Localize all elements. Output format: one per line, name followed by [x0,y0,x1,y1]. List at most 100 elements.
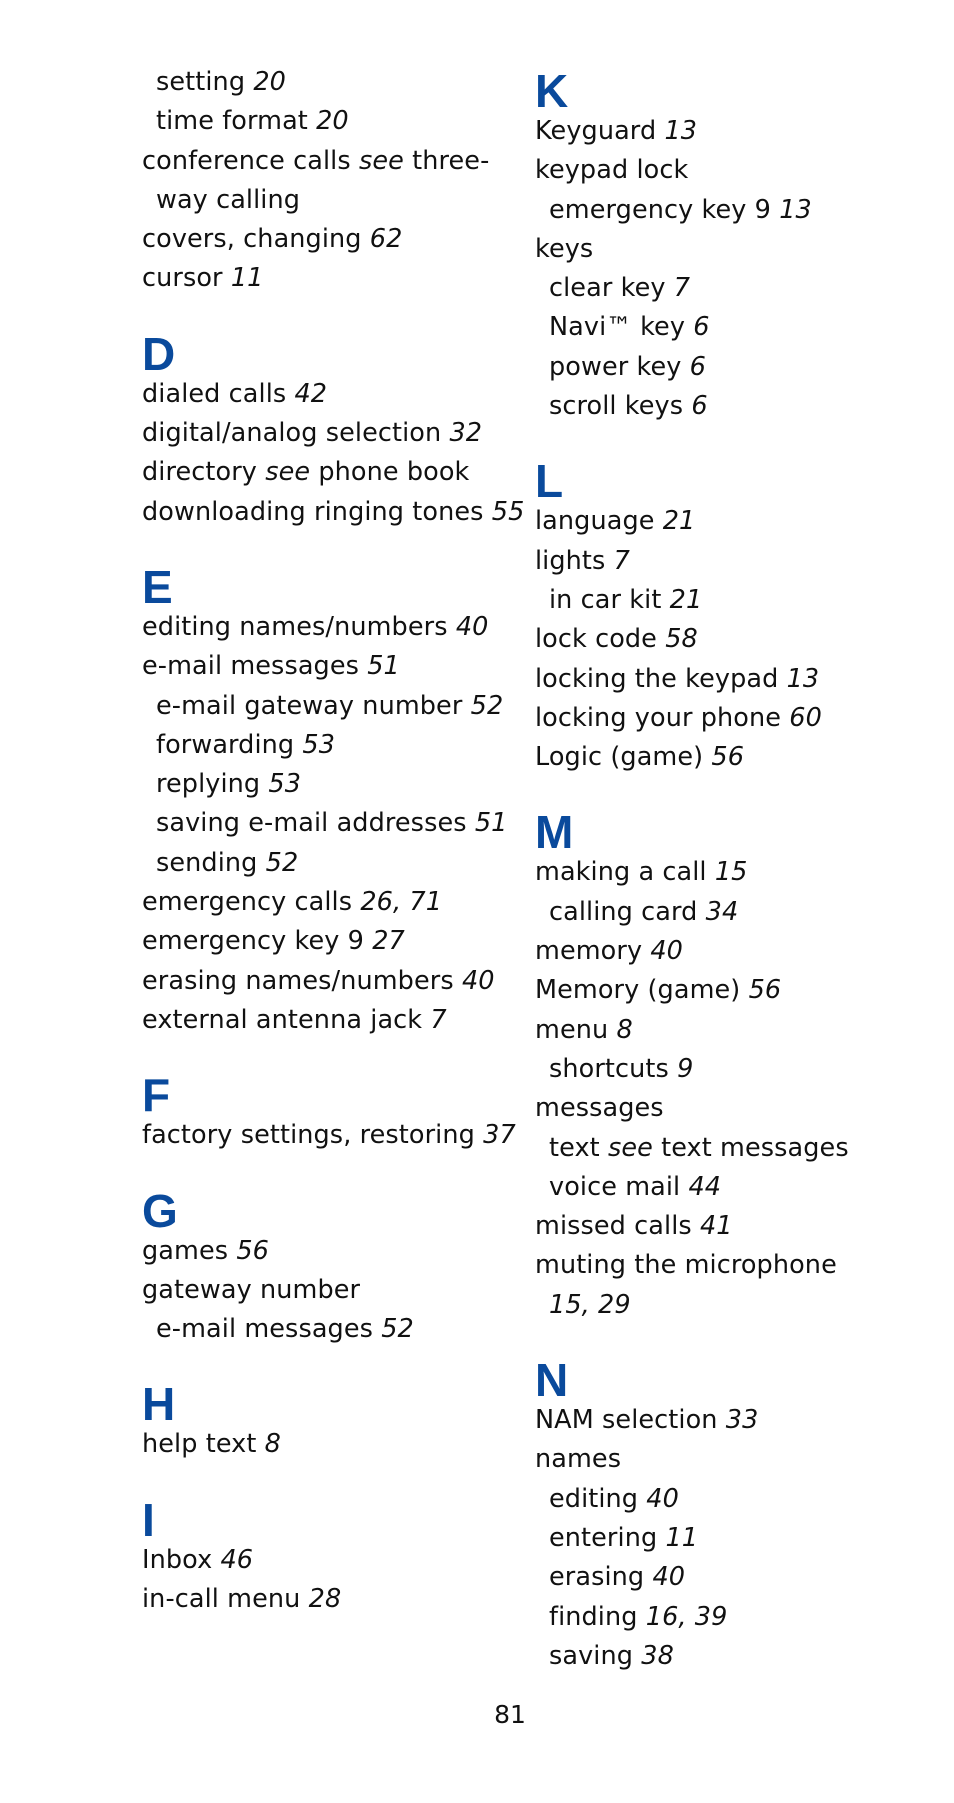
index-subentry: e-mail messages 52 [142,1310,522,1349]
index-subentry: voice mail 44 [535,1168,915,1207]
page-reference: 15 [714,857,748,888]
index-sections-left: Ddialed calls 42 digital/analog selection… [142,327,525,1620]
entry-term: games [142,1235,237,1266]
index-entry: keypad lock [535,151,915,190]
index-entry: help text 8 [142,1425,522,1464]
page-reference: 9 [677,1053,694,1084]
index-subentry: Navi™ key 6 [535,308,915,347]
index-subentry: forwarding 53 [142,726,522,765]
entry-term: locking the keypad [535,663,787,694]
entry-term: editing names/numbers [142,611,456,642]
entry-term: e-mail gateway number [156,690,471,721]
page-reference: 13 [779,194,812,225]
index-entry: directory see phone book [142,453,522,492]
index-section-e: Eediting names/numbers 40 e-mail messages… [142,562,522,1040]
index-entry: muting the microphone [535,1246,915,1285]
page-reference: 8 [264,1429,281,1460]
page-reference: 62 [369,224,403,255]
page-reference: 52 [470,690,504,721]
entry-term: menu [535,1014,617,1045]
section-letter-heading: D [142,327,176,380]
index-entry: keys [535,230,915,269]
index-entry: games 56 [142,1232,522,1271]
page-reference: 55 [491,496,525,527]
entry-term: scroll keys [549,391,692,422]
index-entry: covers, changing 62 [142,220,522,259]
page-reference: 40 [461,965,495,996]
page-reference: 7 [430,1004,447,1035]
entry-term: finding [549,1601,646,1632]
index-entry: digital/analog selection 32 [142,414,522,453]
entry-term: text [549,1132,608,1163]
page-reference: 52 [381,1314,414,1345]
page-reference: 46 [220,1544,254,1575]
page-reference: 20 [253,67,286,97]
index-column-left: setting 20 time format 20 conference calls… [142,63,525,1620]
index-entry: emergency calls 26, 71 [142,883,522,922]
section-letter-heading: L [535,455,564,508]
see-reference-label: see [358,145,404,176]
page-reference: 40 [650,936,684,967]
index-entry: Keyguard 13 [535,112,915,151]
entry-term: editing [549,1483,647,1514]
page-reference: 56 [711,742,745,773]
see-reference-target: text messages [652,1132,849,1163]
entry-term: lock code [535,624,666,655]
page-reference: 51 [474,808,508,839]
page-reference: 58 [665,624,698,655]
entry-term: Navi™ key [549,312,694,343]
page-reference: 27 [372,926,405,957]
index-subentry: scroll keys 6 [535,387,915,426]
entry-term: language [535,506,663,537]
index-entry: in-call menu 28 [142,1580,522,1619]
page-reference: 33 [725,1405,759,1436]
see-reference-target: phone book [310,457,470,488]
index-entry: emergency key 9 27 [142,922,522,961]
section-letter-heading: M [535,806,574,859]
page-reference: 56 [748,975,782,1006]
entry-term: cursor [142,263,231,294]
index-entry: NAM selection 33 [535,1401,915,1440]
page-reference: 32 [449,418,483,449]
index-subentry: clear key 7 [535,269,915,308]
index-subentry: finding 16, 39 [535,1598,915,1637]
entry-term: directory [142,457,266,488]
index-subentry: text see text messages [535,1129,915,1168]
entry-term: Keyguard [535,116,665,146]
index-section-i: I Inbox 46 in-call menu 28 [142,1495,522,1620]
section-letter-heading: N [535,1354,569,1407]
section-letter-heading: I [142,1493,155,1546]
entry-term: emergency key 9 [549,194,780,225]
index-entry: lock code 58 [535,620,915,659]
entry-term: saving e-mail addresses [156,808,475,839]
page-reference: 13 [786,663,820,694]
index-subentry: emergency key 9 13 [535,191,915,230]
page-number: 81 [494,1700,526,1729]
index-entry: cursor 11 [142,259,522,298]
index-entry: Inbox 46 [142,1541,522,1580]
page-reference: 21 [669,584,703,615]
entry-term: emergency key 9 [142,926,373,957]
index-section-f: Ffactory settings, restoring 37 [142,1070,522,1155]
page-reference: 6 [693,312,710,343]
page-reference: 60 [789,702,822,733]
index-subentry: shortcuts 9 [535,1050,915,1089]
section-letter-heading: G [142,1184,178,1237]
index-subentry: sending 52 [142,844,522,883]
index-subentry: erasing 40 [535,1558,915,1597]
see-reference-label: see [607,1132,653,1163]
entry-term: sending [156,847,266,878]
index-continuation: setting 20 time format 20 conference calls… [142,63,522,299]
section-letter-heading: F [142,1069,171,1122]
index-subentry: setting 20 [142,63,522,102]
index-entry: lights 7 [535,542,915,581]
page-reference: 41 [699,1211,733,1242]
entry-term: keypad lock [535,155,689,186]
section-letter-heading: K [535,65,569,117]
entry-term: downloading ringing tones [142,496,492,527]
page-reference: 40 [646,1483,679,1514]
page-reference: 6 [689,351,706,382]
index-subentry: e-mail gateway number 52 [142,687,522,726]
page-reference: 7 [673,273,691,304]
entry-term: gateway number [142,1274,361,1305]
